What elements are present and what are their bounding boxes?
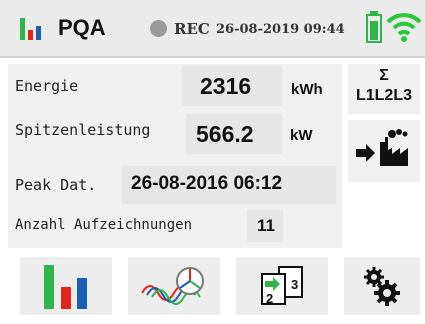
waveform-phasor-button[interactable] [128,257,220,315]
clock-datetime: 26-08-2019 09:44 [216,22,345,37]
record-label: REC [174,20,210,38]
pages-button[interactable]: 2 3 [236,257,328,315]
energie-unit: kWh [291,81,323,98]
export-button[interactable] [348,120,420,182]
sigma-symbol: Σ [379,67,389,84]
spitzenleistung-label: Spitzenleistung [15,121,151,139]
record-count-label: Anzahl Aufzeichnungen [15,217,193,233]
status-bar-divider [0,56,425,58]
energie-value: 2316 [200,73,252,99]
export-to-factory-icon [356,129,408,166]
waveform-phasor-icon [141,267,204,305]
record-indicator-icon[interactable] [150,20,167,37]
battery-icon [366,11,382,43]
page-number-2: 2 [266,291,274,306]
pages-icon [261,266,303,305]
record-count-value: 11 [257,216,275,235]
peak-date-value: 26-08-2016 06:12 [131,173,283,194]
spitzenleistung-value: 566.2 [196,121,254,147]
bar-chart-button[interactable] [20,257,112,315]
app-title: PQA [58,15,106,40]
gears-icon [364,267,400,306]
bar-chart-icon [44,265,87,309]
spitzenleistung-unit: kW [290,127,313,144]
pqa-logo-icon [20,18,52,40]
energie-label: Energie [15,77,79,95]
peak-date-label: Peak Dat. [15,176,97,194]
phase-label: L1L2L3 [355,87,412,104]
phase-sum-button[interactable]: Σ L1L2L3 [348,64,420,114]
settings-button[interactable] [344,257,420,315]
page-number-3: 3 [291,277,299,292]
wifi-icon [386,13,422,42]
